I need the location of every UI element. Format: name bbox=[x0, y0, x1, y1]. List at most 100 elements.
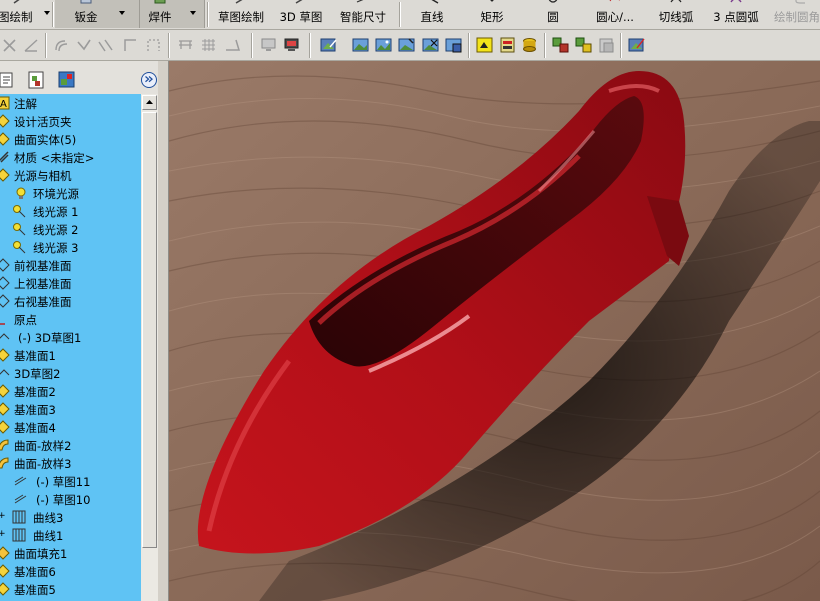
tree-item-plane-4[interactable]: 基准面4 bbox=[0, 418, 141, 436]
tree-item-origin[interactable]: 原点 bbox=[0, 310, 141, 328]
tree-item-sketch-10[interactable]: (-) 草图10 bbox=[0, 490, 141, 508]
surface-fill-icon bbox=[0, 546, 10, 560]
rectangle-button[interactable]: 矩形 bbox=[470, 0, 514, 29]
centerpoint-arc-icon bbox=[609, 0, 621, 2]
tree-item-3d-sketch-1[interactable]: (-) 3D草图1 bbox=[0, 328, 141, 346]
3-point-arc-button[interactable]: 3 点圆弧 bbox=[708, 0, 764, 29]
tree-item-plane-6[interactable]: 基准面6 bbox=[0, 562, 141, 580]
convert-entities-icon[interactable] bbox=[97, 37, 114, 53]
monitor-icon[interactable] bbox=[283, 37, 300, 53]
offset-icon[interactable] bbox=[53, 37, 70, 53]
dropdown-arrow-icon[interactable] bbox=[190, 11, 196, 15]
scroll-up-button[interactable] bbox=[142, 95, 157, 110]
plane-icon bbox=[0, 564, 10, 578]
linear-pattern-icon[interactable] bbox=[177, 37, 194, 53]
display-manager-tab[interactable] bbox=[56, 70, 78, 90]
move-component-icon[interactable] bbox=[552, 37, 569, 53]
feature-manager-tab[interactable] bbox=[0, 70, 16, 90]
tree-item-3d-sketch-2[interactable]: 3D草图2 bbox=[0, 364, 141, 382]
tree-item-right-plane[interactable]: 右视基准面 bbox=[0, 292, 141, 310]
sketch-tab-button[interactable]: 图绘制 bbox=[0, 0, 40, 29]
save-image-icon[interactable] bbox=[445, 37, 462, 53]
3d-sketch-icon bbox=[295, 0, 303, 4]
rotate-component-icon[interactable] bbox=[575, 37, 592, 53]
expand-plus-icon[interactable]: + bbox=[0, 511, 6, 521]
tree-item-plane-2[interactable]: 基准面2 bbox=[0, 382, 141, 400]
tree-item-plane-3[interactable]: 基准面3 bbox=[0, 400, 141, 418]
centerpoint-arc-button[interactable]: 圆心/... bbox=[587, 0, 643, 29]
double-chevron-right-icon bbox=[145, 76, 154, 83]
dropdown-arrow-icon[interactable] bbox=[119, 11, 125, 15]
display-icon[interactable] bbox=[260, 37, 277, 53]
tree-item-design-binder[interactable]: 设计活页夹 bbox=[0, 112, 141, 130]
tree-item-directional-light-1[interactable]: 线光源 1 bbox=[0, 202, 141, 220]
panel-splitter[interactable] bbox=[158, 61, 169, 601]
tree-item-curve-1[interactable]: + 曲线1 bbox=[0, 526, 141, 544]
line-button[interactable]: 直线 bbox=[410, 0, 454, 29]
tree-item-ambient-light[interactable]: 环境光源 bbox=[0, 184, 141, 202]
tree-item-material[interactable]: 材质 <未指定> bbox=[0, 148, 141, 166]
tree-item-surface-loft-3[interactable]: 曲面-放样3 bbox=[0, 454, 141, 472]
tree-item-curve-3[interactable]: + 曲线3 bbox=[0, 508, 141, 526]
edit-appearance-icon[interactable] bbox=[320, 37, 337, 53]
mirror-icon[interactable] bbox=[75, 37, 92, 53]
plane-icon bbox=[0, 258, 10, 272]
weldment-icon bbox=[154, 0, 166, 4]
expand-panel-button[interactable] bbox=[141, 72, 157, 88]
tree-item-surface-bodies[interactable]: 曲面实体(5) bbox=[0, 130, 141, 148]
trim-icon[interactable] bbox=[1, 37, 18, 53]
dropdown-arrow-icon[interactable] bbox=[44, 11, 50, 15]
construction-geometry-icon[interactable] bbox=[145, 37, 162, 53]
curve-icon bbox=[10, 510, 28, 524]
plane-icon bbox=[0, 582, 10, 596]
circle-button[interactable]: 圆 bbox=[535, 0, 571, 29]
decal-icon[interactable] bbox=[476, 37, 493, 53]
plane-icon bbox=[0, 402, 10, 416]
line-icon bbox=[431, 0, 439, 4]
options-icon[interactable] bbox=[499, 37, 516, 53]
tree-item-plane-5[interactable]: 基准面5 bbox=[0, 580, 141, 598]
tree-scrollbar[interactable] bbox=[141, 94, 158, 601]
plane-icon bbox=[0, 420, 10, 434]
property-manager-tab[interactable] bbox=[26, 70, 48, 90]
angle-icon[interactable] bbox=[224, 37, 241, 53]
curve-icon bbox=[10, 528, 28, 542]
expand-plus-icon[interactable]: + bbox=[0, 529, 6, 539]
image-icon[interactable] bbox=[352, 37, 369, 53]
tree-item-surface-fill-1[interactable]: 曲面填充1 bbox=[0, 544, 141, 562]
sketch-fillet-icon bbox=[795, 0, 805, 4]
sketch-icon bbox=[235, 0, 243, 4]
tree-item-surface-loft-2[interactable]: 曲面-放样2 bbox=[0, 436, 141, 454]
sheet-metal-icon bbox=[80, 0, 92, 4]
paste-icon[interactable] bbox=[598, 37, 615, 53]
graphics-viewport[interactable] bbox=[169, 61, 820, 601]
material-icon[interactable] bbox=[521, 37, 538, 53]
sheet-metal-button[interactable]: 钣金 bbox=[58, 0, 114, 29]
render-icon[interactable] bbox=[398, 37, 415, 53]
circle-icon bbox=[548, 0, 558, 3]
tree-item-plane-1[interactable]: 基准面1 bbox=[0, 346, 141, 364]
tree-item-front-plane[interactable]: 前视基准面 bbox=[0, 256, 141, 274]
3d-sketch-button[interactable]: 3D 草图 bbox=[276, 0, 326, 29]
feature-tree: A 注解 设计活页夹 曲面实体(5) 材质 <未指定> 光源与相机 环境光源 线… bbox=[0, 94, 141, 601]
scene-icon[interactable] bbox=[375, 37, 392, 53]
tangent-arc-button[interactable]: 切线弧 bbox=[652, 0, 700, 29]
tree-item-top-plane[interactable]: 上视基准面 bbox=[0, 274, 141, 292]
extend-icon[interactable] bbox=[22, 37, 39, 53]
sketch-button[interactable]: 草图绘制 bbox=[212, 0, 270, 29]
tree-item-directional-light-2[interactable]: 线光源 2 bbox=[0, 220, 141, 238]
chamfer-icon[interactable] bbox=[122, 37, 139, 53]
tree-item-directional-light-3[interactable]: 线光源 3 bbox=[0, 238, 141, 256]
render-region-icon[interactable] bbox=[422, 37, 439, 53]
smart-dimension-button[interactable]: 智能尺寸 bbox=[334, 0, 392, 29]
appearance-manager-icon[interactable] bbox=[628, 37, 645, 53]
tree-item-annotations[interactable]: A 注解 bbox=[0, 94, 141, 112]
weldment-button[interactable]: 焊件 bbox=[140, 0, 180, 29]
grid-icon[interactable] bbox=[200, 37, 217, 53]
scroll-thumb[interactable] bbox=[142, 112, 157, 548]
sketch-fillet-button[interactable]: 绘制圆角 bbox=[770, 0, 820, 29]
tree-item-sketch-11[interactable]: (-) 草图11 bbox=[0, 472, 141, 490]
3d-sketch-icon bbox=[0, 330, 10, 344]
tree-item-lights-cameras[interactable]: 光源与相机 bbox=[0, 166, 141, 184]
ambient-light-icon bbox=[14, 186, 28, 200]
